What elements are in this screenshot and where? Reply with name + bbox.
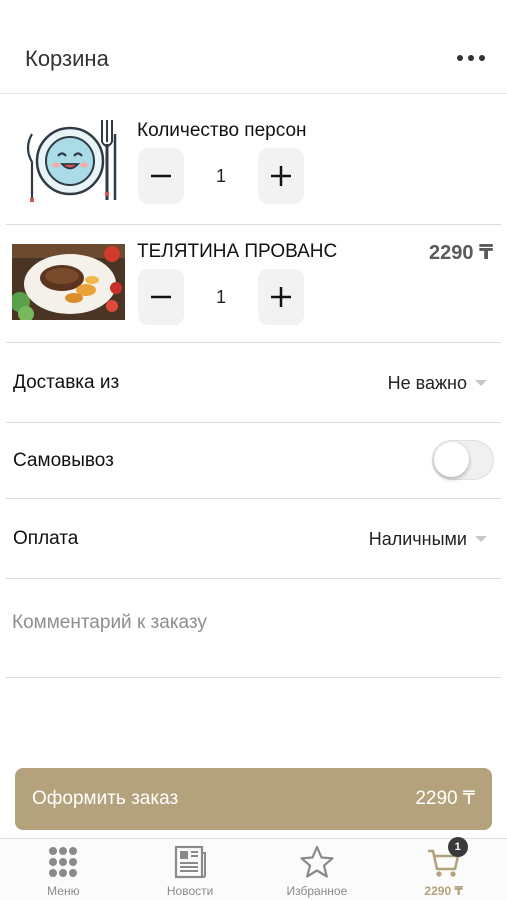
dish-minus-button[interactable]: [138, 269, 184, 325]
toggle-knob: [434, 442, 469, 477]
payment-label: Оплата: [13, 528, 79, 549]
persons-quantity: 1: [215, 166, 226, 186]
minus-icon: [151, 174, 171, 178]
delivery-value: Не важно: [387, 373, 467, 393]
dish-photo: [12, 244, 125, 320]
cart-badge: 1: [447, 837, 468, 857]
comment-input[interactable]: [12, 603, 492, 643]
persons-minus-button[interactable]: [138, 148, 184, 204]
dish-plus-button[interactable]: [258, 269, 304, 325]
checkout-total: 2290 ₸: [415, 788, 475, 809]
pickup-label: Самовывоз: [13, 450, 114, 471]
plus-icon: [271, 287, 291, 307]
payment-select[interactable]: Наличными: [369, 499, 487, 579]
tab-menu[interactable]: Меню: [0, 839, 127, 900]
tab-label: Меню: [47, 884, 80, 898]
persons-stepper: 1: [138, 148, 306, 204]
tab-label: 2290 ₸: [424, 884, 463, 898]
page-title: Корзина: [25, 46, 109, 71]
plate-mascot-icon: [26, 120, 117, 202]
dish-name: ТЕЛЯТИНА ПРОВАНС: [137, 241, 338, 262]
newspaper-icon: [175, 845, 207, 879]
persons-label: Количество персон: [137, 120, 307, 141]
delivery-select[interactable]: Не важно: [388, 343, 487, 423]
chevron-down-icon: [475, 380, 487, 386]
header: Корзина: [0, 0, 507, 94]
tab-news[interactable]: Новости: [127, 839, 254, 900]
plus-icon: [271, 166, 291, 186]
checkout-label: Оформить заказ: [32, 788, 179, 809]
comment-row: [6, 579, 501, 678]
chevron-down-icon: [475, 536, 487, 542]
pickup-row: Самовывоз: [6, 423, 501, 499]
tab-cart[interactable]: 1 2290 ₸: [380, 837, 507, 900]
dish-quantity: 1: [215, 287, 226, 307]
tab-label: Новости: [166, 884, 214, 898]
minus-icon: [151, 295, 171, 299]
dish-price: 2290 ₸: [429, 242, 493, 264]
cart-item: ТЕЛЯТИНА ПРОВАНС 2290 ₸ 1: [6, 225, 501, 343]
payment-row: Оплата Наличными: [6, 499, 501, 579]
tab-bar: Меню Новости Избранное 1 2290 ₸: [0, 837, 507, 900]
tab-label: Избранное: [286, 884, 348, 898]
grid-icon: [49, 847, 78, 877]
star-icon: [300, 845, 334, 878]
dish-stepper: 1: [138, 269, 306, 325]
tab-favorites[interactable]: Избранное: [254, 839, 381, 900]
more-dots-icon[interactable]: [457, 48, 485, 68]
persons-plus-button[interactable]: [258, 148, 304, 204]
checkout-button[interactable]: Оформить заказ 2290 ₸: [15, 768, 492, 830]
payment-value: Наличными: [368, 529, 467, 549]
pickup-toggle[interactable]: [432, 440, 494, 480]
persons-row: Количество персон 1: [6, 94, 501, 225]
delivery-row: Доставка из Не важно: [6, 343, 501, 423]
delivery-label: Доставка из: [13, 372, 120, 393]
